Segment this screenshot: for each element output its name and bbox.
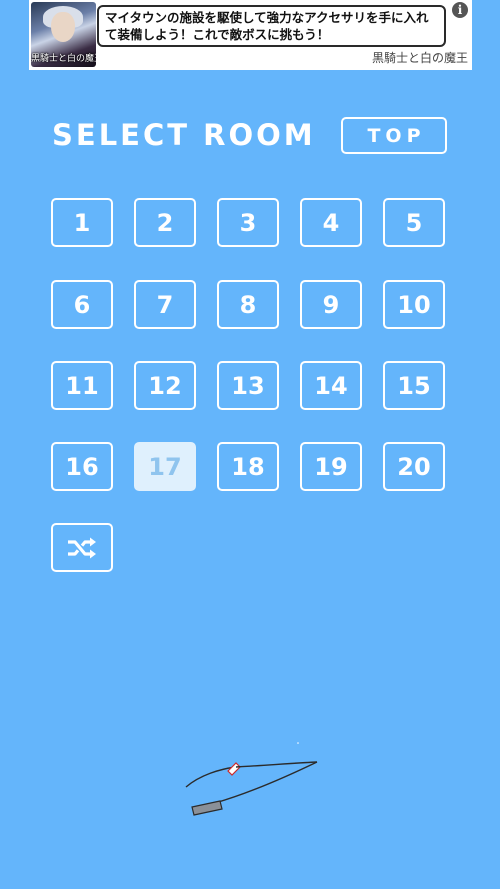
room-button-20[interactable]: 20 [383, 442, 445, 491]
ad-brand: 黒騎士と白の魔王 [371, 51, 468, 65]
room-button-3[interactable]: 3 [217, 198, 279, 247]
room-button-15[interactable]: 15 [383, 361, 445, 410]
room-button-10[interactable]: 10 [383, 280, 445, 329]
room-button-17[interactable]: 17 [134, 442, 196, 491]
ad-banner[interactable]: 黒騎士と白の魔王 マイタウンの施設を駆使して強力なアクセサリを手に入れて装備しよ… [29, 0, 472, 70]
ad-thumbnail-caption: 黒騎士と白の魔王 [31, 54, 96, 64]
room-button-19[interactable]: 19 [300, 442, 362, 491]
sword-illustration [185, 742, 318, 816]
room-button-1[interactable]: 1 [51, 198, 113, 247]
shuffle-icon [68, 537, 96, 558]
room-button-2[interactable]: 2 [134, 198, 196, 247]
ad-text[interactable]: マイタウンの施設を駆使して強力なアクセサリを手に入れて装備しよう！これで敵ボスに… [97, 5, 446, 47]
page-title: SELECT ROOM [52, 118, 316, 152]
info-icon[interactable]: i [452, 2, 468, 18]
room-button-14[interactable]: 14 [300, 361, 362, 410]
shuffle-button[interactable] [51, 523, 113, 572]
room-button-12[interactable]: 12 [134, 361, 196, 410]
room-button-6[interactable]: 6 [51, 280, 113, 329]
top-button[interactable]: TOP [341, 117, 447, 154]
room-button-7[interactable]: 7 [134, 280, 196, 329]
room-button-16[interactable]: 16 [51, 442, 113, 491]
room-button-11[interactable]: 11 [51, 361, 113, 410]
room-button-18[interactable]: 18 [217, 442, 279, 491]
room-button-13[interactable]: 13 [217, 361, 279, 410]
room-button-9[interactable]: 9 [300, 280, 362, 329]
room-button-5[interactable]: 5 [383, 198, 445, 247]
ad-thumbnail[interactable]: 黒騎士と白の魔王 [31, 2, 96, 67]
room-button-8[interactable]: 8 [217, 280, 279, 329]
room-button-4[interactable]: 4 [300, 198, 362, 247]
